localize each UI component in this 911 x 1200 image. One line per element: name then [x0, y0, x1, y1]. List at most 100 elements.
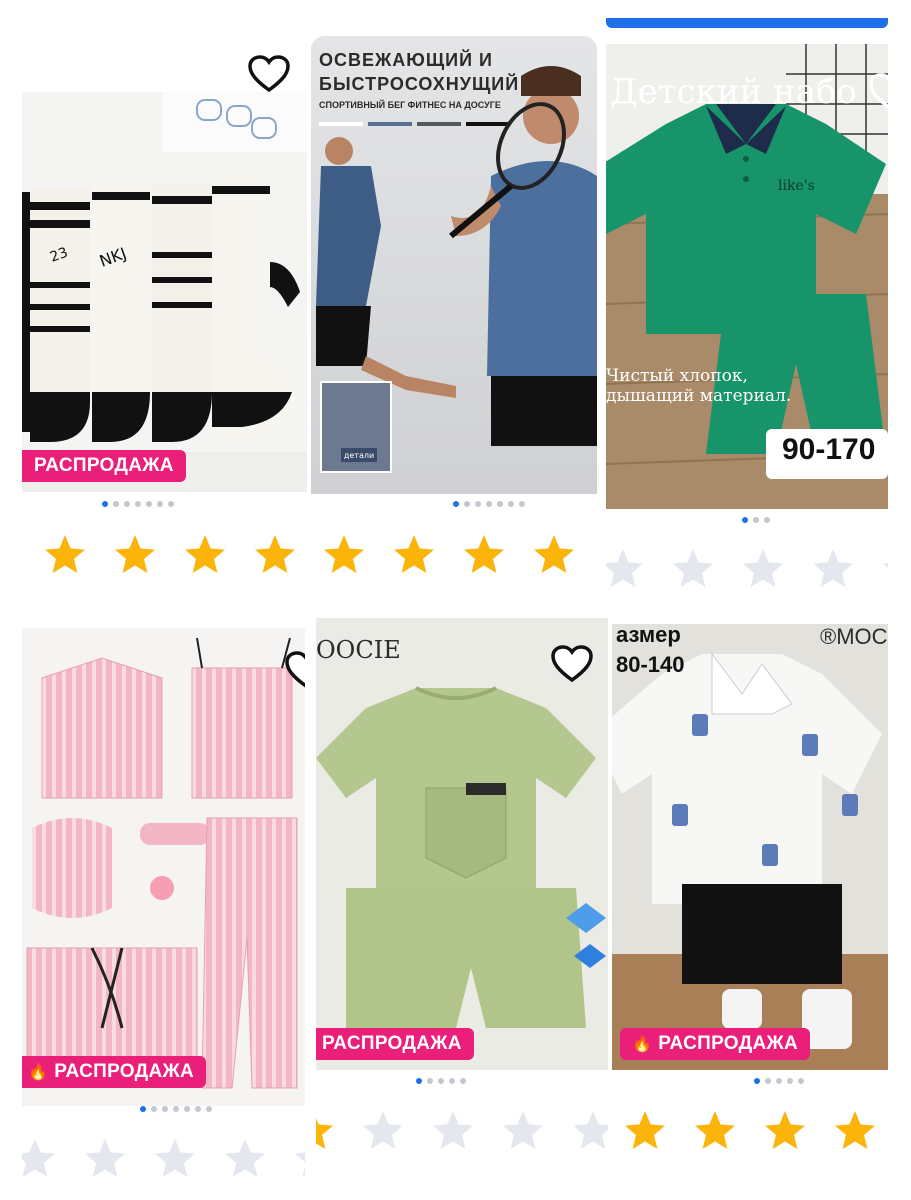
carousel-dot[interactable]: [206, 1106, 212, 1112]
carousel-dot[interactable]: [184, 1106, 190, 1112]
carousel-dots[interactable]: [416, 1078, 466, 1086]
promo-title: Детский набо: [610, 72, 857, 112]
sale-badge: 🔥 РАСПРОДАЖА: [620, 1028, 810, 1060]
carousel-dot[interactable]: [151, 1106, 157, 1112]
sale-badge-label: РАСПРОДАЖА: [658, 1033, 798, 1054]
carousel-dot[interactable]: [453, 501, 459, 507]
sale-badge: 🔥 РАСПРОДАЖА: [22, 1056, 206, 1088]
star-icon: [433, 1111, 473, 1149]
product-card-kids-polo[interactable]: Детский набо like's Чистый хлопок, дышащ…: [606, 44, 888, 596]
carousel-dot[interactable]: [519, 501, 525, 507]
carousel-dot[interactable]: [135, 501, 141, 507]
carousel-dot[interactable]: [508, 501, 514, 507]
carousel-dot[interactable]: [438, 1078, 444, 1084]
carousel-dot[interactable]: [195, 1106, 201, 1112]
star-icon: [324, 535, 364, 573]
product-card-sport[interactable]: детали ОСВЕЖАЮЩИЙ И БЫСТРОСОХНУЩИЙ СПОРТ…: [311, 36, 597, 596]
rating-stars: [606, 546, 888, 592]
star-icon: [573, 1111, 608, 1149]
product-image-pajama[interactable]: [22, 628, 305, 1106]
carousel-dot[interactable]: [753, 517, 759, 523]
favorite-heart-icon[interactable]: [247, 54, 291, 94]
star-icon: [835, 1111, 875, 1149]
rating-stars: [622, 1108, 888, 1154]
material-note-2: дышащий материал.: [606, 386, 792, 406]
product-image-green-set[interactable]: [316, 618, 608, 1070]
brand-watermark: ®MOC: [820, 624, 888, 649]
star-icon: [295, 1152, 305, 1176]
size-heading: азмер: [616, 622, 681, 647]
carousel-dot[interactable]: [427, 1078, 433, 1084]
sale-badge-label: РАСПРОДАЖА: [54, 1061, 194, 1082]
star-icon: [85, 1139, 125, 1176]
carousel-dot[interactable]: [798, 1078, 804, 1084]
carousel-dot[interactable]: [464, 501, 470, 507]
carousel-dot[interactable]: [765, 1078, 771, 1084]
promo-headline-1: ОСВЕЖАЮЩИЙ И: [319, 50, 493, 70]
star-icon: [813, 549, 853, 587]
sale-badge: РАСПРОДАЖА: [22, 450, 186, 482]
carousel-dots[interactable]: [742, 517, 770, 525]
star-icon: [606, 549, 643, 587]
star-icon: [394, 535, 434, 573]
star-icon: [743, 549, 783, 587]
rating-stars: [42, 532, 307, 578]
carousel-dots[interactable]: [453, 501, 525, 509]
product-card-socks[interactable]: NKJ 23 РАСПРОДАЖА: [22, 36, 307, 596]
carousel-dot[interactable]: [173, 1106, 179, 1112]
favorite-heart-icon[interactable]: [868, 72, 888, 112]
brand-watermark: OOCIE: [316, 636, 401, 664]
carousel-dots[interactable]: [102, 501, 174, 509]
product-card-green-set[interactable]: OOCIE РАСПРОДАЖА: [316, 618, 608, 1178]
product-image-socks[interactable]: NKJ 23: [22, 92, 307, 492]
star-icon: [115, 535, 155, 573]
promo-subline: СПОРТИВНЫЙ БЕГ ФИТНЕС НА ДОСУГЕ: [319, 100, 501, 110]
socks-illustration: NKJ 23: [22, 92, 307, 492]
carousel-dot[interactable]: [102, 501, 108, 507]
pajama-illustration: [22, 628, 305, 1106]
carousel-dot[interactable]: [776, 1078, 782, 1084]
star-icon: [503, 1111, 543, 1149]
carousel-dot[interactable]: [497, 501, 503, 507]
star-icon: [765, 1111, 805, 1149]
carousel-dot[interactable]: [168, 501, 174, 507]
rating-stars: [316, 1108, 608, 1154]
carousel-dot[interactable]: [475, 501, 481, 507]
carousel-dot[interactable]: [764, 517, 770, 523]
carousel-dot[interactable]: [460, 1078, 466, 1084]
carousel-dot[interactable]: [146, 501, 152, 507]
product-card-robot-set[interactable]: азмер 80-140 ®MOC 🔥 РАСПРОДАЖА: [612, 618, 888, 1178]
carousel-dot[interactable]: [742, 517, 748, 523]
carousel-dot[interactable]: [140, 1106, 146, 1112]
product-image-robot-set[interactable]: [612, 624, 888, 1070]
product-card-pajama[interactable]: 🔥 РАСПРОДАЖА: [22, 616, 305, 1176]
carousel-dot[interactable]: [486, 501, 492, 507]
carousel-dot[interactable]: [754, 1078, 760, 1084]
carousel-dot[interactable]: [113, 501, 119, 507]
promo-headline-2: БЫСТРОСОХНУЩИЙ: [319, 74, 520, 94]
carousel-dot[interactable]: [787, 1078, 793, 1084]
carousel-dot[interactable]: [157, 501, 163, 507]
size-range-label: 80-140: [616, 652, 685, 677]
green-set-illustration: [316, 618, 608, 1070]
star-icon: [185, 535, 225, 573]
star-icon: [673, 549, 713, 587]
carousel-dots[interactable]: [140, 1106, 212, 1114]
carousel-dot[interactable]: [449, 1078, 455, 1084]
star-icon: [363, 1111, 403, 1149]
sale-badge-label: РАСПРОДАЖА: [322, 1033, 462, 1054]
star-icon: [464, 535, 504, 573]
star-icon: [883, 563, 888, 568]
sale-badge: РАСПРОДАЖА: [316, 1028, 474, 1060]
carousel-dot[interactable]: [416, 1078, 422, 1084]
star-icon: [155, 1139, 195, 1176]
carousel-dot[interactable]: [124, 501, 130, 507]
favorite-heart-icon[interactable]: [550, 644, 594, 684]
size-range-label: 90-170: [782, 433, 876, 466]
star-icon: [225, 1139, 265, 1176]
carousel-dot[interactable]: [162, 1106, 168, 1112]
sale-badge-label: РАСПРОДАЖА: [34, 455, 174, 476]
detail-thumb-label: детали: [344, 451, 374, 460]
favorite-heart-icon[interactable]: [284, 650, 305, 690]
carousel-dots[interactable]: [754, 1078, 804, 1086]
